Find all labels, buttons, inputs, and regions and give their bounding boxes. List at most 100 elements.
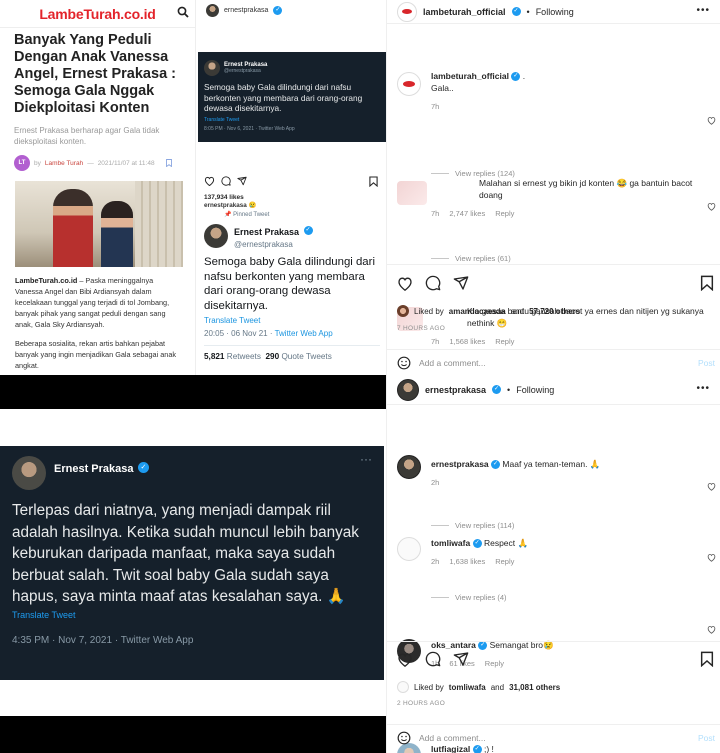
caption-user[interactable]: lambeturah_official xyxy=(431,71,509,81)
verified-icon: ✓ xyxy=(303,226,313,236)
heart-icon[interactable] xyxy=(397,652,413,667)
dark-tweet-panel: Ernest Prakasa ✓ ··· Terlepas dari niatn… xyxy=(0,446,384,680)
liked-by-user[interactable]: tomliwafa xyxy=(449,683,486,692)
article-paragraph-1: LambeTurah.co.id – Paska meninggalnya Va… xyxy=(15,276,170,329)
heart-icon[interactable] xyxy=(707,116,716,125)
comment-icon[interactable] xyxy=(425,275,441,291)
add-comment-bar: Add a comment... Post xyxy=(387,724,720,750)
save-icon[interactable] xyxy=(369,176,378,187)
view-replies[interactable]: View replies (4) xyxy=(387,593,507,602)
caption-user[interactable]: ernestprakasa xyxy=(431,459,489,469)
share-icon[interactable] xyxy=(453,651,469,667)
bookmark-icon[interactable] xyxy=(165,159,173,167)
post-button[interactable]: Post xyxy=(698,733,715,743)
caption-user[interactable]: ernestprakasa xyxy=(204,202,247,209)
liked-by-user[interactable]: amandacaesaa xyxy=(449,307,506,316)
avatar[interactable] xyxy=(397,378,419,401)
pinned-label: 📌 Pinned Tweet xyxy=(224,212,270,218)
heart-icon[interactable] xyxy=(707,553,716,562)
post-username[interactable]: lambeturah_official xyxy=(423,7,506,17)
tweet-handle[interactable]: @ernestprakasa xyxy=(234,240,313,249)
author-avatar: LT xyxy=(14,155,30,171)
avatar[interactable] xyxy=(397,72,421,96)
post-header: lambeturah_official ✓ • Following ••• xyxy=(387,0,720,24)
avatar[interactable] xyxy=(397,537,421,561)
view-replies[interactable]: View replies (61) xyxy=(387,254,511,263)
tweet-author[interactable]: Ernest Prakasa xyxy=(54,463,134,475)
avatar[interactable] xyxy=(397,455,421,479)
emoji-icon[interactable] xyxy=(397,731,411,745)
comment-icon[interactable] xyxy=(425,651,441,667)
tweet-card: Ernest Prakasa ✓ @ernestprakasa Semoga b… xyxy=(198,218,386,361)
view-replies[interactable]: View replies (124) xyxy=(387,169,515,178)
avatar[interactable] xyxy=(397,1,417,22)
tweet-author[interactable]: Ernest Prakasa xyxy=(234,227,299,237)
avatar[interactable] xyxy=(12,456,46,490)
caption: lambeturah_official ✓ . Gala.. 7h xyxy=(387,70,720,113)
share-icon[interactable] xyxy=(237,176,247,186)
comment-input[interactable]: Add a comment... xyxy=(419,358,486,368)
more-options-icon[interactable]: ••• xyxy=(696,5,710,16)
translate-link[interactable]: Translate Tweet xyxy=(204,316,380,325)
comment-user[interactable]: tomliwafa xyxy=(431,538,470,548)
pin-icon: 📌 xyxy=(224,212,234,218)
save-icon[interactable] xyxy=(700,651,714,667)
avatar[interactable] xyxy=(206,3,219,17)
translate-link[interactable]: Translate Tweet xyxy=(12,610,372,620)
heart-icon[interactable] xyxy=(707,625,716,634)
divider-strip xyxy=(0,716,386,753)
tweet-text: Terlepas dari niatnya, yang menjadi damp… xyxy=(12,502,359,605)
heart-icon[interactable] xyxy=(707,482,716,491)
more-options-icon[interactable]: ••• xyxy=(696,383,710,394)
comment-likes[interactable]: 2,747 likes xyxy=(449,209,485,218)
quotes-count[interactable]: 290 xyxy=(265,352,279,361)
caption-time: 2h xyxy=(431,478,440,487)
following-button[interactable]: Following xyxy=(536,7,574,17)
comment-likes[interactable]: 1,568 likes xyxy=(449,337,485,346)
comment-likes[interactable]: 1,638 likes xyxy=(449,557,485,566)
liked-by-others[interactable]: 57,720 others xyxy=(529,307,580,316)
app-link[interactable]: Twitter Web App xyxy=(275,329,333,338)
author-name[interactable]: Lambe Turah xyxy=(45,160,83,167)
heart-icon[interactable] xyxy=(204,176,215,186)
verified-icon: ✓ xyxy=(511,72,521,82)
source-label: LambeTurah.co.id xyxy=(15,276,78,285)
reply-button[interactable]: Reply xyxy=(495,209,514,218)
post-age: 2 HOURS AGO xyxy=(397,700,446,707)
add-comment-bar: Add a comment... Post xyxy=(387,349,720,375)
tweet-meta: 4:35 PM · Nov 7, 2021 · Twitter Web App xyxy=(12,634,194,646)
emoji-icon[interactable] xyxy=(397,356,411,370)
separator: — xyxy=(87,159,94,167)
avatar[interactable] xyxy=(204,223,228,248)
likes-count[interactable]: 137,934 likes xyxy=(198,194,386,201)
post-username[interactable]: ernestprakasa xyxy=(425,385,486,395)
following-button[interactable]: Following xyxy=(516,385,554,395)
article-title: Banyak Yang Peduli Dengan Anak Vanessa A… xyxy=(14,32,176,116)
heart-icon[interactable] xyxy=(707,202,716,211)
site-logo[interactable]: LambeTurah.co.id xyxy=(39,6,156,22)
tweet-meta: 8:05 PM · Nov 6, 2021 · Twitter Web App xyxy=(204,125,295,132)
liked-by: Liked by amandacaesaa and 57,720 others xyxy=(397,305,580,317)
reply-button[interactable]: Reply xyxy=(495,337,514,346)
more-options-icon[interactable]: ··· xyxy=(360,452,372,466)
reply-button[interactable]: Reply xyxy=(485,659,504,668)
ernest-post-panel: ernestprakasa ✓ • Following ••• ernestpr… xyxy=(386,375,720,753)
post-header: ernestprakasa ✓ • Following ••• xyxy=(387,375,720,405)
post-age: 7 HOURS AGO xyxy=(397,325,446,332)
view-replies[interactable]: View replies (114) xyxy=(387,521,514,530)
comment-input[interactable]: Add a comment... xyxy=(419,733,486,743)
avatar xyxy=(397,681,409,693)
share-icon[interactable] xyxy=(453,275,469,291)
comment-icon[interactable] xyxy=(221,176,231,186)
save-icon[interactable] xyxy=(700,275,714,291)
search-icon[interactable] xyxy=(177,6,189,18)
post-button[interactable]: Post xyxy=(698,358,715,368)
verified-icon: ✓ xyxy=(511,7,521,16)
reply-button[interactable]: Reply xyxy=(495,557,514,566)
heart-icon[interactable] xyxy=(397,276,413,291)
liked-by-others[interactable]: 31,081 others xyxy=(509,683,560,692)
retweets-count[interactable]: 5,821 xyxy=(204,352,225,361)
lambeturah-post-panel: lambeturah_official ✓ • Following ••• la… xyxy=(386,0,720,375)
article-byline: LT by Lambe Turah — 2021/11/07 at 11:48 xyxy=(0,147,195,171)
post-username[interactable]: ernestprakasa xyxy=(224,7,268,14)
